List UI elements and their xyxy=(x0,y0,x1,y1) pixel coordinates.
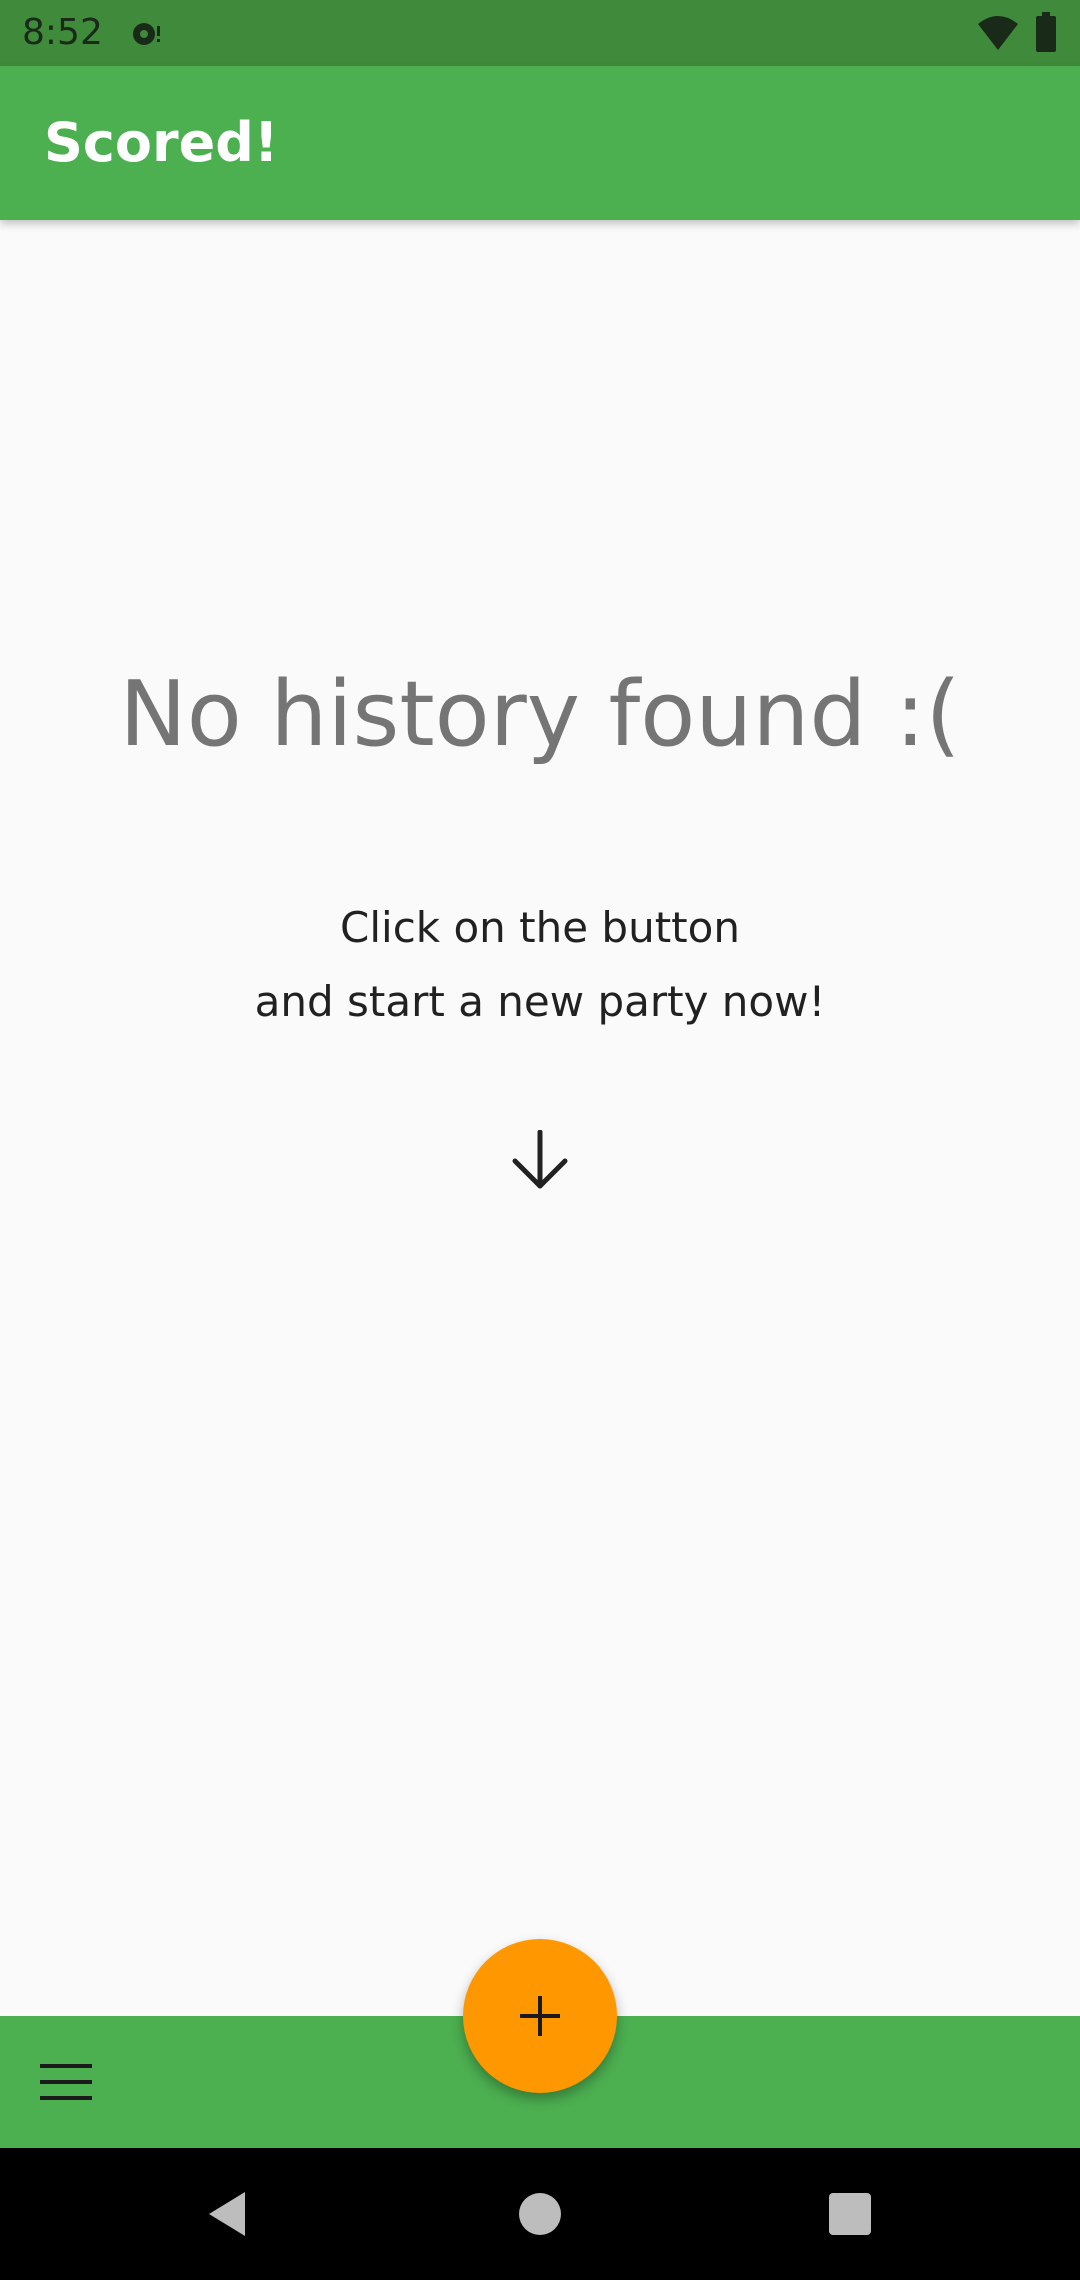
battery-icon xyxy=(1036,12,1056,52)
recents-icon[interactable] xyxy=(829,2193,871,2235)
back-icon[interactable] xyxy=(205,2190,249,2238)
empty-state-message-line-2: and start a new party now! xyxy=(254,977,826,1026)
home-icon[interactable] xyxy=(519,2193,561,2235)
new-party-fab[interactable] xyxy=(463,1939,617,2093)
wifi-icon xyxy=(978,16,1018,50)
screen: 8:52 Scored! No history found :( Click o… xyxy=(0,0,1080,2280)
app-bar: Scored! xyxy=(0,66,1080,220)
empty-state-title: No history found :( xyxy=(119,662,961,767)
empty-state-message-line-1: Click on the button xyxy=(340,903,740,952)
arrow-down-icon xyxy=(512,1130,568,1189)
status-time: 8:52 xyxy=(22,12,103,53)
menu-icon[interactable] xyxy=(40,2062,92,2102)
app-title: Scored! xyxy=(44,111,279,174)
system-nav-bar xyxy=(0,2148,1080,2280)
plus-icon xyxy=(520,1996,560,2036)
notification-icon xyxy=(133,23,160,45)
status-bar: 8:52 xyxy=(0,0,1080,66)
